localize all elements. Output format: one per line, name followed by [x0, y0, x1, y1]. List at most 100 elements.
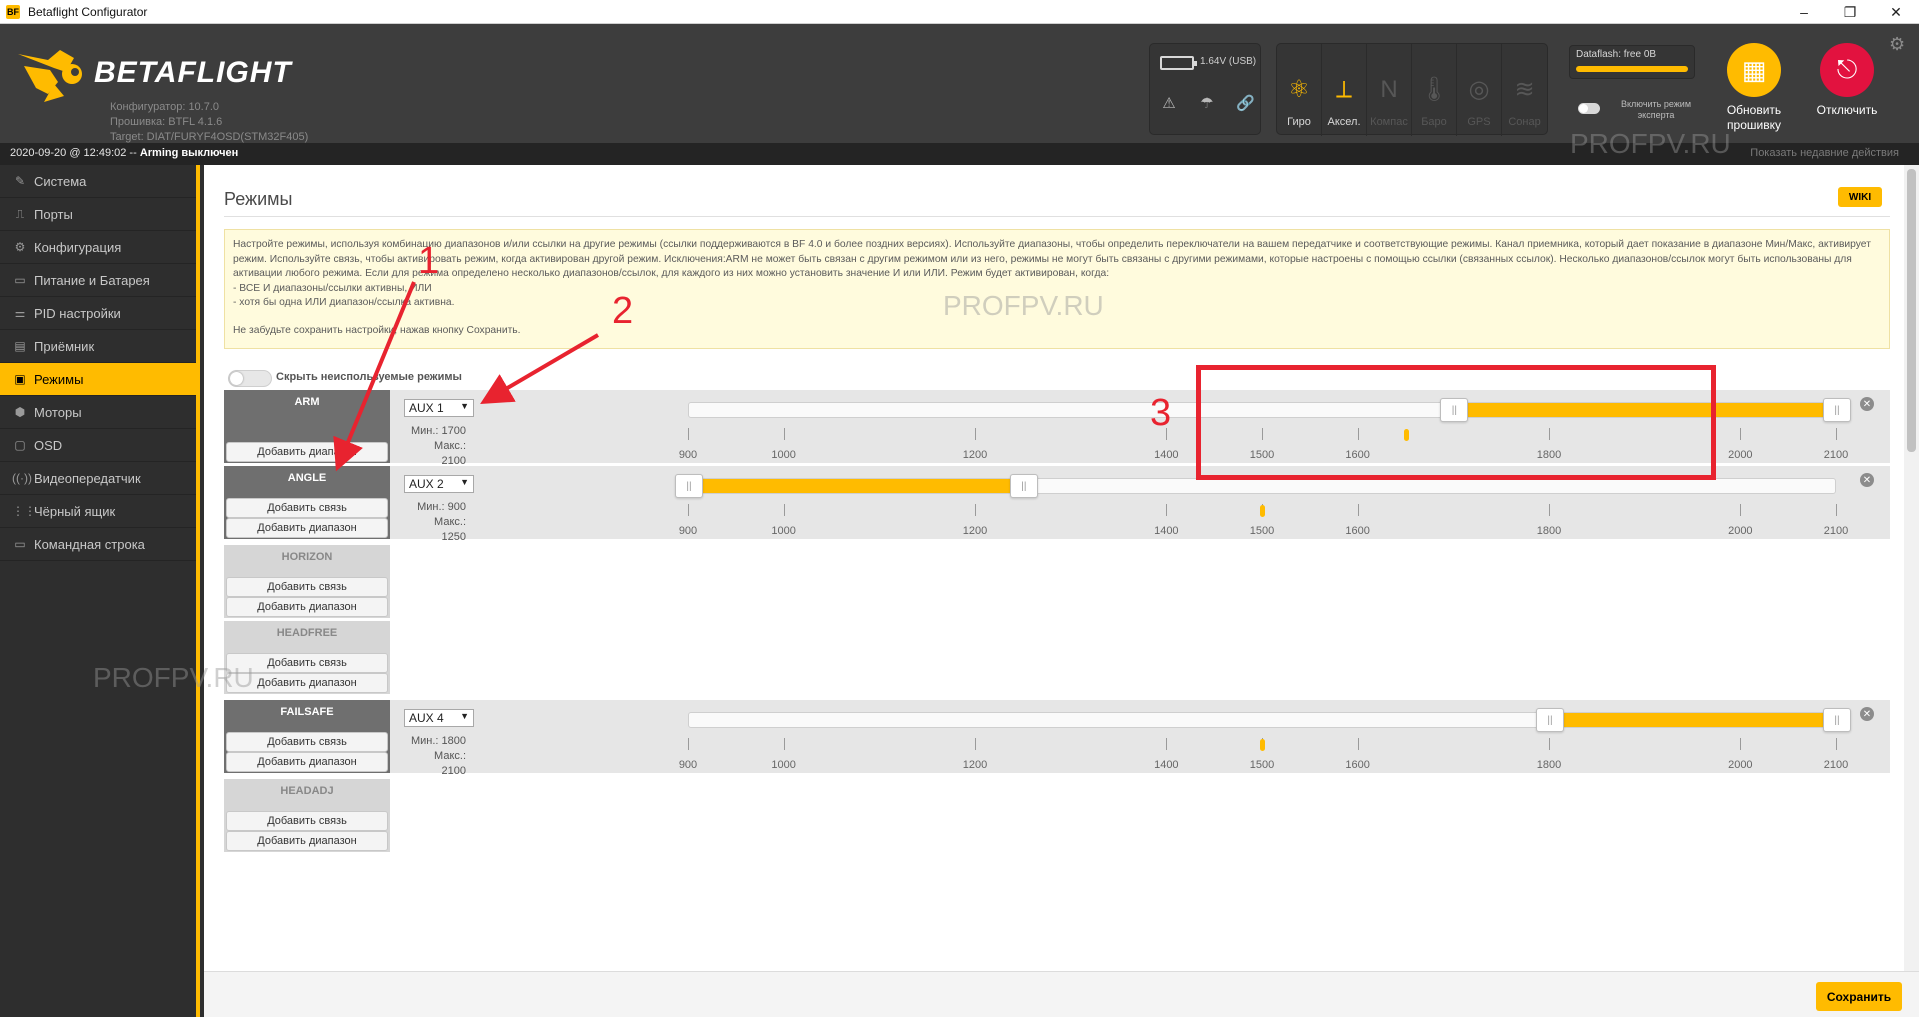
- add-link-button[interactable]: Добавить связь: [226, 498, 388, 518]
- sidebar-item-label: Чёрный ящик: [34, 503, 116, 519]
- minimize-button[interactable]: –: [1781, 0, 1827, 24]
- remove-range-icon[interactable]: ✕: [1860, 397, 1874, 411]
- sidebar-item-label: Конфигурация: [34, 239, 122, 255]
- sidebar-item-label: Питание и Батарея: [34, 272, 150, 288]
- range-max-handle[interactable]: ||: [1823, 398, 1851, 422]
- expert-mode-switch[interactable]: [1578, 103, 1600, 114]
- sidebar-item-receiver[interactable]: ▤ Приёмник: [0, 330, 200, 363]
- maximize-button[interactable]: ❐: [1827, 0, 1873, 24]
- note-save-reminder: Не забудьте сохранить настройки, нажав к…: [233, 324, 521, 336]
- mode-row-failsafe: FAILSAFE Добавить связь Добавить диапазон A…: [224, 700, 1890, 777]
- update-firmware-button[interactable]: ▦ Обновить прошивку: [1704, 43, 1804, 133]
- app-header: BETAFLIGHT Конфигуратор: 10.7.0 Прошивка…: [0, 24, 1919, 143]
- disconnect-label: Отключить: [1816, 103, 1878, 117]
- watermark-top: PROFPV.RU: [1570, 128, 1731, 159]
- scale-tick: [1357, 738, 1359, 750]
- add-range-button[interactable]: Добавить диапазон: [226, 597, 388, 617]
- sidebar-item-pid[interactable]: ⚌ PID настройки: [0, 297, 200, 330]
- scale-tick: [688, 738, 689, 750]
- hide-unused-switch[interactable]: [228, 370, 272, 387]
- add-link-button[interactable]: Добавить связь: [226, 732, 388, 752]
- sidebar-item-label: Приёмник: [34, 338, 95, 354]
- range-slider[interactable]: || ||: [688, 708, 1851, 732]
- scale-tick: [1740, 428, 1742, 440]
- add-link-button[interactable]: Добавить связь: [226, 811, 388, 831]
- range-slider[interactable]: || ||: [675, 474, 1836, 498]
- failsafe-icon: ☂: [1200, 95, 1214, 112]
- range-fill: [689, 479, 1024, 493]
- disconnect-button[interactable]: ⎋ Отключить: [1797, 43, 1897, 118]
- sidebar-item-modes[interactable]: ▣ Режимы: [0, 363, 200, 396]
- range-min-handle[interactable]: ||: [1536, 708, 1564, 732]
- sidebar-item-battery[interactable]: ▭ Питание и Батарея: [0, 264, 200, 297]
- scale-tick: [1836, 504, 1837, 516]
- cli-icon: ▭: [14, 537, 26, 551]
- mode-panel: HEADADJ Добавить связь Добавить диапазон: [224, 779, 390, 852]
- scale-tick: [783, 738, 785, 750]
- sensor-gyro: ⚛ Гиро: [1277, 44, 1322, 136]
- aux-channel-select[interactable]: AUX 2 ▼: [404, 475, 474, 493]
- range-min-handle[interactable]: ||: [675, 474, 703, 498]
- mode-row-headadj: HEADADJ Добавить связь Добавить диапазон: [224, 779, 1890, 852]
- aux-channel-select[interactable]: AUX 1 ▼: [404, 399, 474, 417]
- scale-label: 1500: [1249, 525, 1275, 537]
- remove-range-icon[interactable]: ✕: [1860, 473, 1874, 487]
- add-range-button[interactable]: Добавить диапазон: [226, 831, 388, 851]
- scale-label: 1400: [1154, 759, 1179, 771]
- range-min: 900: [447, 501, 466, 513]
- sidebar-item-wrench[interactable]: ✎ Система: [0, 165, 200, 198]
- mode-row-horizon: HORIZON Добавить связь Добавить диапазон: [224, 545, 1890, 618]
- range-max-handle[interactable]: ||: [1009, 474, 1038, 498]
- min-prefix: Мин.:: [417, 501, 445, 513]
- window-titlebar: BF Betaflight Configurator – ❐ ✕: [0, 0, 1919, 24]
- settings-gear-icon[interactable]: ⚙: [1889, 34, 1905, 55]
- usb-disconnect-icon: ⎋: [1820, 43, 1874, 97]
- sidebar: ✎ Система ⎍ Порты ⚙ Конфигурация ▭ Питание и Ба…: [0, 165, 200, 1017]
- sidebar-item-label: Моторы: [34, 404, 82, 420]
- sidebar-accent-edge: [196, 165, 200, 1017]
- close-button[interactable]: ✕: [1873, 0, 1919, 24]
- page-scrollbar[interactable]: [1904, 165, 1919, 971]
- save-button[interactable]: Сохранить: [1816, 982, 1902, 1011]
- sensor-accelerometer: ⟂ Аксел.: [1322, 44, 1367, 136]
- range-values: Мин.: 900 Макс.: 1250: [410, 500, 466, 545]
- mode-name: HEADADJ: [280, 785, 334, 797]
- add-range-button[interactable]: Добавить диапазон: [226, 518, 388, 538]
- range-max: 2100: [441, 765, 466, 777]
- range-values: Мин.: 1700 Макс.: 2100: [410, 424, 466, 469]
- sensor-label: Сонар: [1508, 116, 1541, 128]
- sidebar-item-osd[interactable]: ▢ OSD: [0, 429, 200, 462]
- add-link-button[interactable]: Добавить связь: [226, 577, 388, 597]
- sidebar-item-motor[interactable]: ⬢ Моторы: [0, 396, 200, 429]
- gear-icon: ⚙: [14, 240, 26, 254]
- show-recent-actions-link[interactable]: Показать недавние действия: [1750, 147, 1899, 159]
- aux-channel-value: AUX 2: [409, 477, 444, 491]
- page-title: Режимы: [224, 189, 293, 209]
- ports-icon: ⎍: [15, 206, 25, 221]
- title-divider: [224, 216, 1890, 217]
- wiki-button[interactable]: WIKI: [1838, 187, 1882, 207]
- warning-icon: ⚠: [1162, 95, 1176, 112]
- add-range-button[interactable]: Добавить диапазон: [226, 442, 388, 462]
- power-status: 1.64V (USB) ⚠ ☂ 🔗: [1149, 43, 1261, 135]
- scrollbar-thumb[interactable]: [1907, 169, 1916, 452]
- aux-channel-select[interactable]: AUX 4 ▼: [404, 709, 474, 727]
- mode-panel: ARM Добавить диапазон: [224, 390, 390, 463]
- range-max-handle[interactable]: ||: [1823, 708, 1851, 732]
- sidebar-item-cli[interactable]: ▭ Командная строка: [0, 528, 200, 561]
- scale-tick: [1836, 738, 1837, 750]
- arming-status: Arming выключен: [139, 147, 239, 159]
- scale-tick: [1549, 738, 1550, 750]
- sidebar-item-vtx[interactable]: ((·)) Видеопередатчик: [0, 462, 200, 495]
- add-range-button[interactable]: Добавить диапазон: [226, 752, 388, 772]
- sidebar-item-label: Система: [34, 173, 87, 189]
- sidebar-item-ports[interactable]: ⎍ Порты: [0, 198, 200, 231]
- sidebar-item-blackbox[interactable]: ⋮⋮ Чёрный ящик: [0, 495, 200, 528]
- sidebar-item-label: Порты: [34, 206, 73, 222]
- hide-unused-label: Скрыть неиспользуемые режимы: [276, 371, 462, 383]
- sonar-icon: ≋: [1514, 76, 1535, 103]
- min-prefix: Мин.:: [410, 735, 439, 747]
- sidebar-item-gear[interactable]: ⚙ Конфигурация: [0, 231, 200, 264]
- scale-label: 2000: [1728, 449, 1753, 461]
- remove-range-icon[interactable]: ✕: [1860, 707, 1874, 721]
